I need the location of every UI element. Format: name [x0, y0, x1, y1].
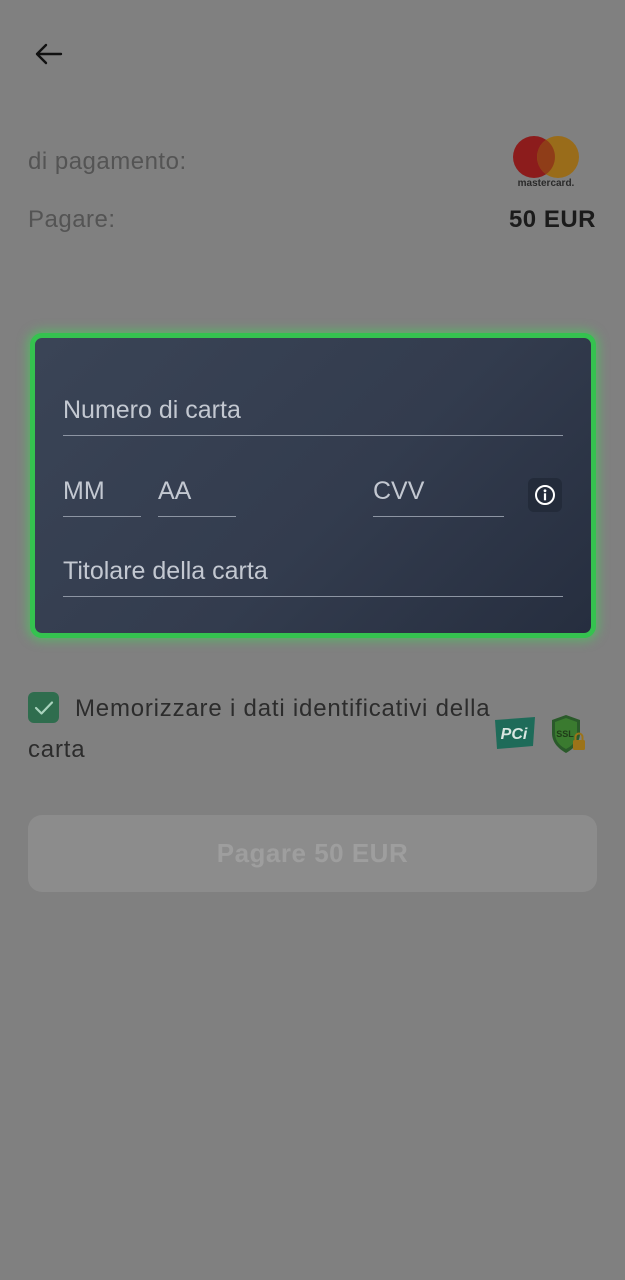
- pay-button[interactable]: Pagare 50 EUR: [28, 815, 597, 892]
- pci-badge: PCi: [492, 716, 538, 750]
- expiry-month-placeholder: MM: [63, 477, 105, 505]
- cvv-input[interactable]: CVV: [373, 477, 504, 517]
- expiry-year-placeholder: AA: [158, 477, 192, 505]
- card-form: Numero di carta MM AA CVV Titolare della…: [30, 333, 596, 638]
- cvv-placeholder: CVV: [373, 477, 425, 505]
- info-icon: [535, 485, 555, 505]
- ssl-badge-text: SSL: [556, 729, 574, 739]
- card-holder-placeholder: Titolare della carta: [63, 557, 268, 585]
- pci-badge-text: PCi: [501, 726, 528, 743]
- amount-value: 50 EUR: [508, 206, 596, 233]
- card-number-placeholder: Numero di carta: [63, 396, 241, 424]
- amount-label: Pagare:: [28, 206, 116, 233]
- mastercard-wordmark: mastercard.: [517, 178, 575, 189]
- ssl-badge: SSL: [548, 713, 588, 755]
- mastercard-circles-icon: [513, 136, 579, 178]
- expiry-month-input[interactable]: MM: [63, 477, 141, 517]
- payment-method-label: di pagamento:: [28, 148, 187, 175]
- arrow-left-icon: [35, 43, 63, 65]
- card-number-input[interactable]: Numero di carta: [63, 396, 563, 436]
- mastercard-logo: mastercard.: [510, 134, 582, 192]
- back-button[interactable]: [26, 36, 70, 72]
- cvv-info-button[interactable]: [528, 478, 562, 512]
- save-card-label: Memorizzare i dati identificativi della …: [28, 695, 491, 763]
- expiry-year-input[interactable]: AA: [158, 477, 236, 517]
- card-holder-input[interactable]: Titolare della carta: [63, 557, 563, 597]
